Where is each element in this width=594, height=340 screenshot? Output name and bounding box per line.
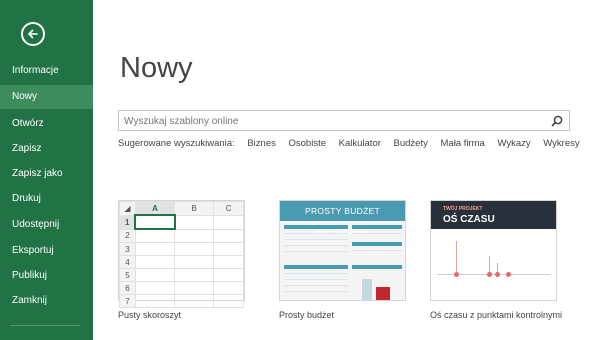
search-input[interactable]: [119, 111, 546, 132]
suggested-searches: Sugerowane wyszukiwania: Biznes Osobiste…: [118, 138, 590, 149]
budget-preview-line: [284, 291, 348, 292]
budget-chart-bar: [362, 279, 372, 300]
template-milestone-timeline[interactable]: TWÓJ PROJEKT OŚ CZASU: [430, 200, 557, 301]
budget-chart-bar: [376, 287, 390, 300]
budget-preview-line: [284, 279, 348, 280]
budget-preview-line: [352, 250, 402, 251]
template-blank-workbook[interactable]: ◢ A B C 1 2 3 4 5 6 7: [118, 200, 245, 308]
timeline-milestone-dot: [506, 272, 511, 277]
suggested-link-mala-firma[interactable]: Mała firma: [441, 138, 485, 149]
suggested-link-osobiste[interactable]: Osobiste: [289, 138, 327, 149]
template-caption[interactable]: Prosty budżet: [279, 310, 334, 320]
back-arrow-icon: [28, 29, 38, 39]
suggested-link-budzety[interactable]: Budżety: [394, 138, 428, 149]
row-header: 5: [119, 268, 136, 282]
selected-cell: [134, 214, 176, 230]
sidebar-item-zapisz[interactable]: Zapisz: [0, 137, 93, 161]
row-header: 3: [119, 242, 136, 256]
grid-corner: ◢: [119, 201, 136, 216]
template-caption[interactable]: Pusty skoroszyt: [118, 310, 181, 320]
suggested-link-wykazy[interactable]: Wykazy: [497, 138, 530, 149]
sidebar-divider: [10, 325, 80, 326]
sidebar-item-informacje[interactable]: Informacje: [0, 59, 93, 83]
timeline-milestone-dot: [454, 272, 459, 277]
row-header: 2: [119, 228, 136, 243]
sidebar-item-zamknij[interactable]: Zamknij: [0, 289, 93, 313]
sidebar-item-eksportuj[interactable]: Eksportuj: [0, 239, 93, 263]
timeline-milestone-dot: [495, 272, 500, 277]
budget-preview-line: [284, 233, 348, 234]
budget-preview-line: [284, 245, 348, 246]
suggested-link-kalkulator[interactable]: Kalkulator: [339, 138, 381, 149]
timeline-preview-title: OŚ CZASU: [443, 214, 495, 225]
budget-preview-heading: PROSTY BUDŻET MIESIĘCZNY: [280, 201, 405, 236]
sidebar-item-udostepnij[interactable]: Udostępnij: [0, 213, 93, 237]
column-header: B: [174, 201, 215, 216]
timeline-milestone-dot: [487, 272, 492, 277]
budget-preview-line: [284, 273, 348, 274]
timeline-preview-subtitle: TWÓJ PROJEKT: [443, 206, 483, 212]
template-simple-budget[interactable]: PROSTY BUDŻET MIESIĘCZNY: [279, 200, 406, 301]
backstage-sidebar: Informacje Nowy Otwórz Zapisz Zapisz jak…: [0, 0, 93, 340]
budget-preview-bar: [352, 265, 402, 269]
row-header: 4: [119, 255, 136, 269]
page-title: Nowy: [120, 52, 193, 84]
sidebar-item-otworz[interactable]: Otwórz: [0, 112, 93, 136]
column-header: A: [134, 201, 176, 216]
sidebar-item-nowy[interactable]: Nowy: [0, 85, 93, 109]
template-caption[interactable]: Oś czasu z punktami kontrolnymi: [430, 310, 562, 320]
budget-preview-bar: [352, 225, 402, 229]
budget-preview-line: [352, 233, 402, 234]
budget-preview-bar: [352, 242, 402, 246]
back-button[interactable]: [21, 22, 45, 46]
sidebar-item-drukuj[interactable]: Drukuj: [0, 187, 93, 211]
budget-preview-line: [284, 285, 348, 286]
suggested-link-wykresy[interactable]: Wykresy: [543, 138, 579, 149]
search-icon[interactable]: [550, 114, 564, 128]
blank-workbook-grid: ◢ A B C 1 2 3 4 5 6 7: [119, 201, 244, 308]
row-header: 6: [119, 281, 136, 295]
budget-preview-line: [284, 239, 348, 240]
main-panel: Nowy Sugerowane wyszukiwania: Biznes Oso…: [93, 0, 594, 340]
budget-preview-line: [284, 251, 348, 252]
suggested-label: Sugerowane wyszukiwania:: [118, 138, 235, 149]
timeline-preview-header: TWÓJ PROJEKT OŚ CZASU: [431, 201, 556, 229]
budget-preview-bar: [284, 225, 348, 229]
suggested-link-biznes[interactable]: Biznes: [247, 138, 276, 149]
search-box: [118, 110, 570, 132]
column-header: C: [213, 201, 244, 216]
budget-preview-bar: [284, 265, 348, 269]
sidebar-item-zapisz-jako[interactable]: Zapisz jako: [0, 162, 93, 186]
sidebar-item-publikuj[interactable]: Publikuj: [0, 264, 93, 288]
row-header: 1: [119, 214, 137, 230]
timeline-marker-line: [456, 241, 457, 274]
row-header: 7: [119, 294, 136, 308]
